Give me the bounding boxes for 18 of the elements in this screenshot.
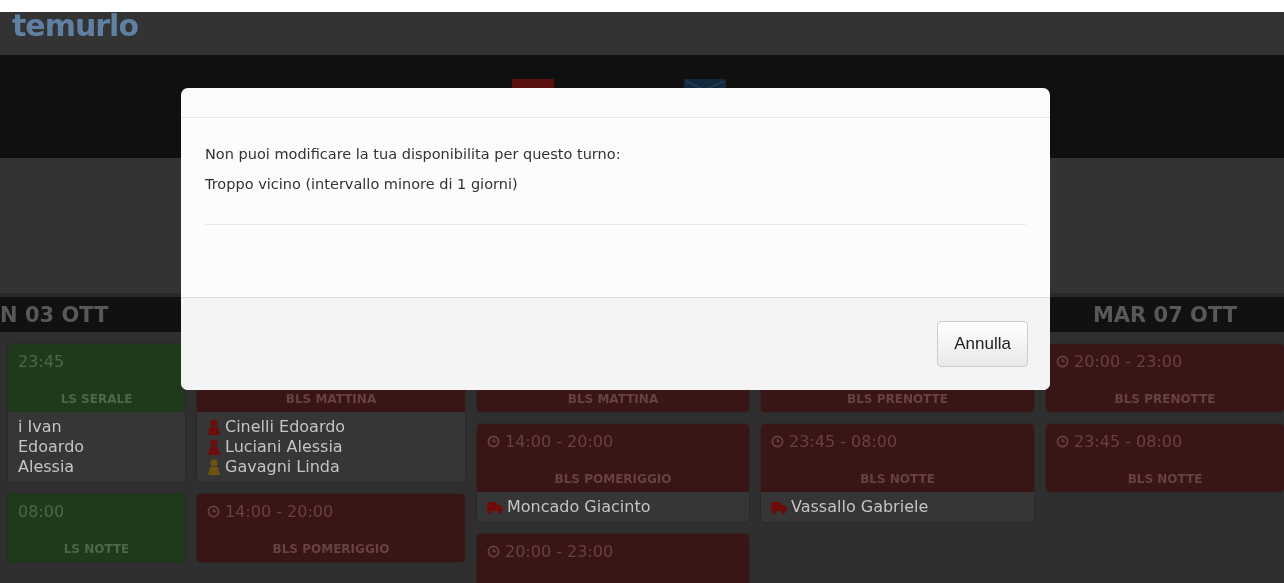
person-name: Luciani Alessia — [225, 437, 343, 456]
cancel-button[interactable]: Annulla — [937, 321, 1028, 367]
person-name: Vassallo Gabriele — [791, 497, 929, 516]
clock-icon — [487, 545, 500, 558]
clock-icon — [1056, 355, 1069, 368]
person-name: Cinelli Edoardo — [225, 417, 346, 436]
clock-icon — [771, 435, 784, 448]
person-name: Alessia — [18, 457, 75, 476]
person-name: Moncado Giacinto — [507, 497, 651, 516]
clock-icon — [1056, 435, 1069, 448]
modal-message: Non puoi modificare la tua disponibilita per questo turno: — [205, 146, 622, 162]
logo[interactable]: temurlo — [12, 12, 138, 40]
person-name: Gavagni Linda — [225, 457, 340, 476]
person-name: Edoardo — [18, 437, 85, 456]
person-name: i Ivan — [18, 417, 62, 436]
modal-message: Troppo vicino (intervallo minore di 1 giorni) — [205, 176, 519, 192]
clock-icon — [487, 435, 500, 448]
clock-icon — [207, 505, 220, 518]
